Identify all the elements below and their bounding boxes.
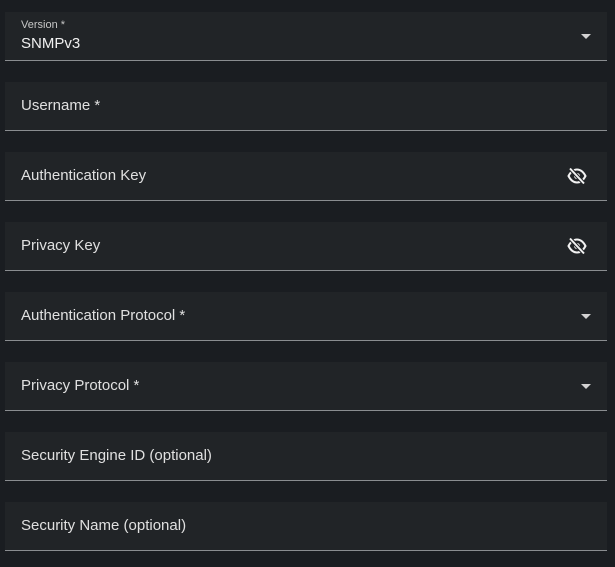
version-value: SNMPv3 — [21, 35, 81, 52]
security-engine-id-label: Security Engine ID (optional) — [21, 447, 212, 464]
privacy-key-field[interactable]: Privacy Key — [5, 222, 607, 271]
privacy-key-label: Privacy Key — [21, 237, 101, 254]
username-label: Username * — [21, 97, 101, 114]
authentication-protocol-select[interactable]: Authentication Protocol * — [5, 292, 607, 341]
privacy-protocol-select[interactable]: Privacy Protocol * — [5, 362, 607, 411]
security-engine-id-field[interactable]: Security Engine ID (optional) — [5, 432, 607, 481]
version-select[interactable]: Version * SNMPv3 — [5, 12, 607, 61]
eye-slash-icon[interactable] — [567, 237, 587, 255]
authentication-protocol-label: Authentication Protocol * — [21, 307, 186, 324]
username-field[interactable]: Username * — [5, 82, 607, 131]
authentication-key-label: Authentication Key — [21, 167, 147, 184]
security-name-field[interactable]: Security Name (optional) — [5, 502, 607, 551]
security-name-label: Security Name (optional) — [21, 517, 187, 534]
caret-down-icon[interactable] — [581, 314, 591, 319]
snmp-form: Version * SNMPv3 Username * Authenticati… — [0, 0, 615, 567]
privacy-protocol-label: Privacy Protocol * — [21, 377, 140, 394]
caret-down-icon[interactable] — [581, 34, 591, 39]
version-label: Version * — [21, 19, 66, 31]
eye-slash-icon[interactable] — [567, 167, 587, 185]
caret-down-icon[interactable] — [581, 384, 591, 389]
authentication-key-field[interactable]: Authentication Key — [5, 152, 607, 201]
